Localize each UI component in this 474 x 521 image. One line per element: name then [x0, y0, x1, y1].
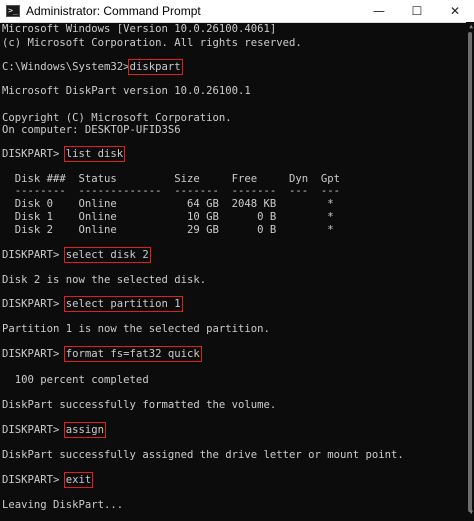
scroll-up-icon[interactable]: ▲ — [469, 24, 473, 30]
console-output[interactable]: Microsoft Windows [Version 10.0.26100.40… — [0, 22, 466, 521]
window-title: Administrator: Command Prompt — [26, 4, 201, 18]
console-line: Microsoft DiskPart version 10.0.26100.1 — [2, 85, 251, 97]
console-line: Partition 1 is now the selected partitio… — [2, 323, 270, 335]
command-select-disk: select disk 2 — [63, 247, 151, 263]
disk-table-row: Disk 0 Online 64 GB 2048 KB * — [2, 198, 334, 210]
command-format: format fs=fat32 quick — [63, 346, 202, 362]
console-line: DISKPART> format fs=fat32 quick — [2, 346, 202, 362]
command-list-disk: list disk — [63, 146, 126, 162]
prompt-text: DISKPART> — [2, 148, 66, 160]
console-line: DISKPART> exit — [2, 472, 94, 488]
disk-table-row: Disk 1 Online 10 GB 0 B * — [2, 211, 334, 223]
scrollbar-thumb[interactable] — [468, 32, 472, 512]
console-line: DiskPart successfully formatted the volu… — [2, 399, 277, 411]
window-controls: — ☐ ✕ — [360, 0, 474, 22]
console-line: Leaving DiskPart... — [2, 499, 124, 511]
vertical-scrollbar[interactable] — [466, 22, 474, 521]
prompt-text: DISKPART> — [2, 249, 66, 261]
cmd-icon: >_ — [6, 5, 20, 17]
close-button[interactable]: ✕ — [436, 0, 474, 22]
maximize-button[interactable]: ☐ — [398, 0, 436, 22]
disk-table-divider: -------- ------------- ------- ------- -… — [2, 185, 341, 197]
scroll-down-icon[interactable]: ▼ — [469, 510, 473, 516]
command-exit: exit — [63, 472, 94, 488]
console-line: DISKPART> select disk 2 — [2, 247, 151, 263]
prompt-text: DISKPART> — [2, 424, 66, 436]
console-line: DiskPart successfully assigned the drive… — [2, 449, 404, 461]
console-line: Disk 2 is now the selected disk. — [2, 274, 207, 286]
prompt-text: C:\Windows\System32> — [2, 61, 130, 73]
prompt-text: DISKPART> — [2, 474, 66, 486]
prompt-text: DISKPART> — [2, 348, 66, 360]
console-line: DISKPART> assign — [2, 422, 107, 438]
disk-table-row: Disk 2 Online 29 GB 0 B * — [2, 224, 334, 236]
prompt-text: DISKPART> — [2, 298, 66, 310]
minimize-button[interactable]: — — [360, 0, 398, 22]
console-line: DISKPART> select partition 1 — [2, 296, 183, 312]
console-line: (c) Microsoft Corporation. All rights re… — [2, 37, 302, 49]
console-line: On computer: DESKTOP-UFID3S6 — [2, 124, 181, 136]
console-line: C:\Windows\System32>diskpart — [2, 59, 183, 75]
command-select-partition: select partition 1 — [63, 296, 183, 312]
title-bar[interactable]: >_ Administrator: Command Prompt — ☐ ✕ — [0, 0, 474, 23]
console-line: Microsoft Windows [Version 10.0.26100.40… — [2, 23, 277, 35]
console-line: DISKPART> list disk — [2, 146, 126, 162]
command-diskpart: diskpart — [127, 59, 183, 75]
console-line: 100 percent completed — [2, 374, 149, 386]
command-assign: assign — [63, 422, 107, 438]
command-prompt-window: >_ Administrator: Command Prompt — ☐ ✕ M… — [0, 0, 474, 521]
